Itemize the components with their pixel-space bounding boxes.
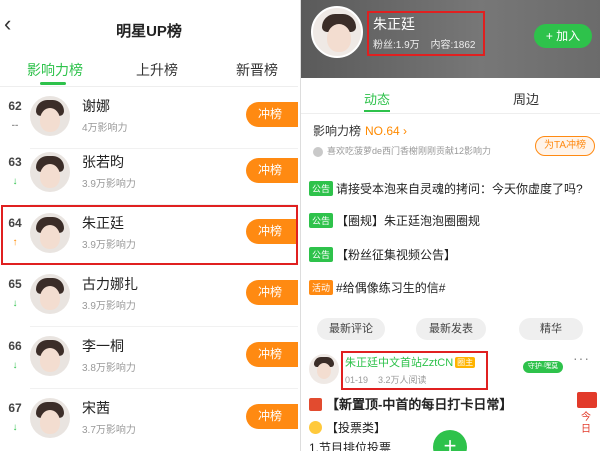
contribution-text: 喜欢吃菠萝de西门香榭刚刚贡献12影响力	[313, 144, 491, 157]
rank-number: 65	[8, 277, 22, 291]
tab-bar: 影响力榜 上升榜 新晋榜	[0, 54, 298, 86]
tab-new[interactable]: 新晋榜	[236, 60, 278, 80]
create-post-button[interactable]: +	[433, 430, 467, 451]
contribution-label: 喜欢吃菠萝de西门香榭刚刚贡献12影响力	[327, 146, 492, 156]
influence-value: 4万影响力	[82, 123, 128, 134]
highlight-box	[1, 205, 298, 265]
page-title: 明星UP榜	[116, 23, 182, 40]
star-name: 李一桐	[82, 338, 124, 354]
event-tag: 活动	[309, 280, 334, 295]
pin-flag-icon	[309, 398, 322, 411]
post-title: #给偶像练习生的信#	[336, 281, 446, 295]
trend-flat-icon: --	[11, 120, 19, 131]
rank-number: 67	[8, 401, 22, 415]
chevron-right-icon: ›	[403, 124, 408, 138]
tab-merch[interactable]: 周边	[513, 89, 539, 108]
star-name: 张若昀	[82, 154, 124, 170]
rank-boost-button[interactable]: 冲榜	[246, 280, 298, 305]
announcement-item[interactable]: 公告 【粉丝征集视频公告】	[309, 246, 456, 263]
filter-latest-comment[interactable]: 最新评论	[317, 318, 385, 340]
tab-influence[interactable]: 影响力榜	[27, 60, 83, 80]
pinned-post-title[interactable]: 【新置顶-中首的每日打卡日常】	[309, 394, 512, 413]
gift-box-icon	[577, 392, 597, 408]
list-item[interactable]: 63 ↓ 张若昀 3.9万影响力 冲榜	[0, 143, 298, 205]
highlight-box	[341, 351, 488, 390]
tab-rising[interactable]: 上升榜	[136, 60, 178, 80]
guardian-badge: 守护·嘿莫	[523, 349, 563, 375]
tab-indicator	[364, 110, 390, 112]
avatar	[313, 146, 323, 157]
avatar[interactable]	[311, 6, 363, 58]
filter-featured[interactable]: 精华	[519, 318, 583, 340]
announcement-tag: 公告	[309, 213, 334, 228]
star-name: 谢娜	[82, 98, 110, 114]
rank-number: 66	[8, 339, 22, 353]
star-name: 古力娜扎	[82, 276, 138, 292]
avatar[interactable]	[309, 354, 339, 384]
announcement-tag: 公告	[309, 181, 334, 196]
avatar	[30, 96, 70, 136]
announcement-item[interactable]: 公告 请接受本泡来自灵魂的拷问：今天你虚度了吗?	[309, 180, 583, 197]
post-title: 【圈规】朱正廷泡泡圈圈规	[336, 214, 481, 228]
trend-down-icon: ↓	[12, 176, 18, 187]
influence-value: 3.7万影响力	[82, 425, 136, 436]
announcement-item[interactable]: 公告 【圈规】朱正廷泡泡圈圈规	[309, 212, 480, 229]
avatar	[30, 152, 70, 192]
list-item[interactable]: 67 ↓ 宋茜 3.7万影响力 冲榜	[0, 389, 298, 451]
tab-bar: 动态 周边	[301, 80, 600, 112]
announcement-tag: 公告	[309, 247, 334, 262]
rank-boost-button[interactable]: 冲榜	[246, 342, 298, 367]
post-title: 【粉丝征集视频公告】	[336, 248, 457, 262]
gift-icon[interactable]: 今日	[575, 392, 599, 448]
trend-down-icon: ↓	[12, 298, 18, 309]
star-name: 宋茜	[82, 400, 110, 416]
trend-down-icon: ↓	[12, 422, 18, 433]
gift-label: 今日	[581, 412, 591, 435]
header: ‹ 明星UP榜	[0, 0, 298, 50]
vote-heading: 【投票类】	[326, 421, 387, 435]
avatar	[30, 398, 70, 438]
tab-feed[interactable]: 动态	[364, 89, 390, 108]
list-item[interactable]: 66 ↓ 李一桐 3.8万影响力 冲榜	[0, 327, 298, 389]
post-title: 请接受本泡来自灵魂的拷问：今天你虚度了吗?	[336, 182, 583, 196]
rank-boost-button[interactable]: 冲榜	[246, 102, 298, 127]
badge-label: 守护·嘿莫	[523, 361, 563, 373]
influence-rank[interactable]: 影响力榜 NO.64 ›	[313, 122, 407, 139]
list-item[interactable]: 65 ↓ 古力娜扎 3.9万影响力 冲榜	[0, 265, 298, 327]
avatar	[30, 336, 70, 376]
influence-value: 3.9万影响力	[82, 301, 136, 312]
smile-emoji-icon	[309, 421, 322, 434]
highlight-box	[367, 11, 485, 56]
rank-panel: ‹ 明星UP榜 影响力榜 上升榜 新晋榜 62 -- 谢娜 4万影响力 冲榜 6…	[0, 0, 298, 451]
divider	[301, 113, 600, 114]
tab-indicator	[40, 82, 66, 85]
list-item[interactable]: 62 -- 谢娜 4万影响力 冲榜	[0, 87, 298, 149]
vote-section-title: 【投票类】	[309, 419, 386, 436]
event-item[interactable]: 活动 #给偶像练习生的信#	[309, 279, 445, 296]
influence-value: 3.9万影响力	[82, 179, 136, 190]
rank-label: 影响力榜	[313, 124, 362, 138]
more-options-icon[interactable]: ···	[573, 350, 590, 366]
influence-value: 3.8万影响力	[82, 363, 136, 374]
rank-number: 63	[8, 155, 22, 169]
avatar	[30, 274, 70, 314]
vote-item[interactable]: 1.节目排位投票	[309, 439, 391, 451]
join-button[interactable]: + 加入	[534, 24, 592, 48]
filter-latest-post[interactable]: 最新发表	[416, 318, 486, 340]
boost-for-star-button[interactable]: 为TA冲榜	[535, 136, 595, 156]
trend-down-icon: ↓	[12, 360, 18, 371]
rank-number: 62	[8, 99, 22, 113]
rank-boost-button[interactable]: 冲榜	[246, 404, 298, 429]
pinned-text: 【新置顶-中首的每日打卡日常】	[326, 397, 513, 412]
rank-number: NO.64	[365, 124, 400, 138]
rank-boost-button[interactable]: 冲榜	[246, 158, 298, 183]
